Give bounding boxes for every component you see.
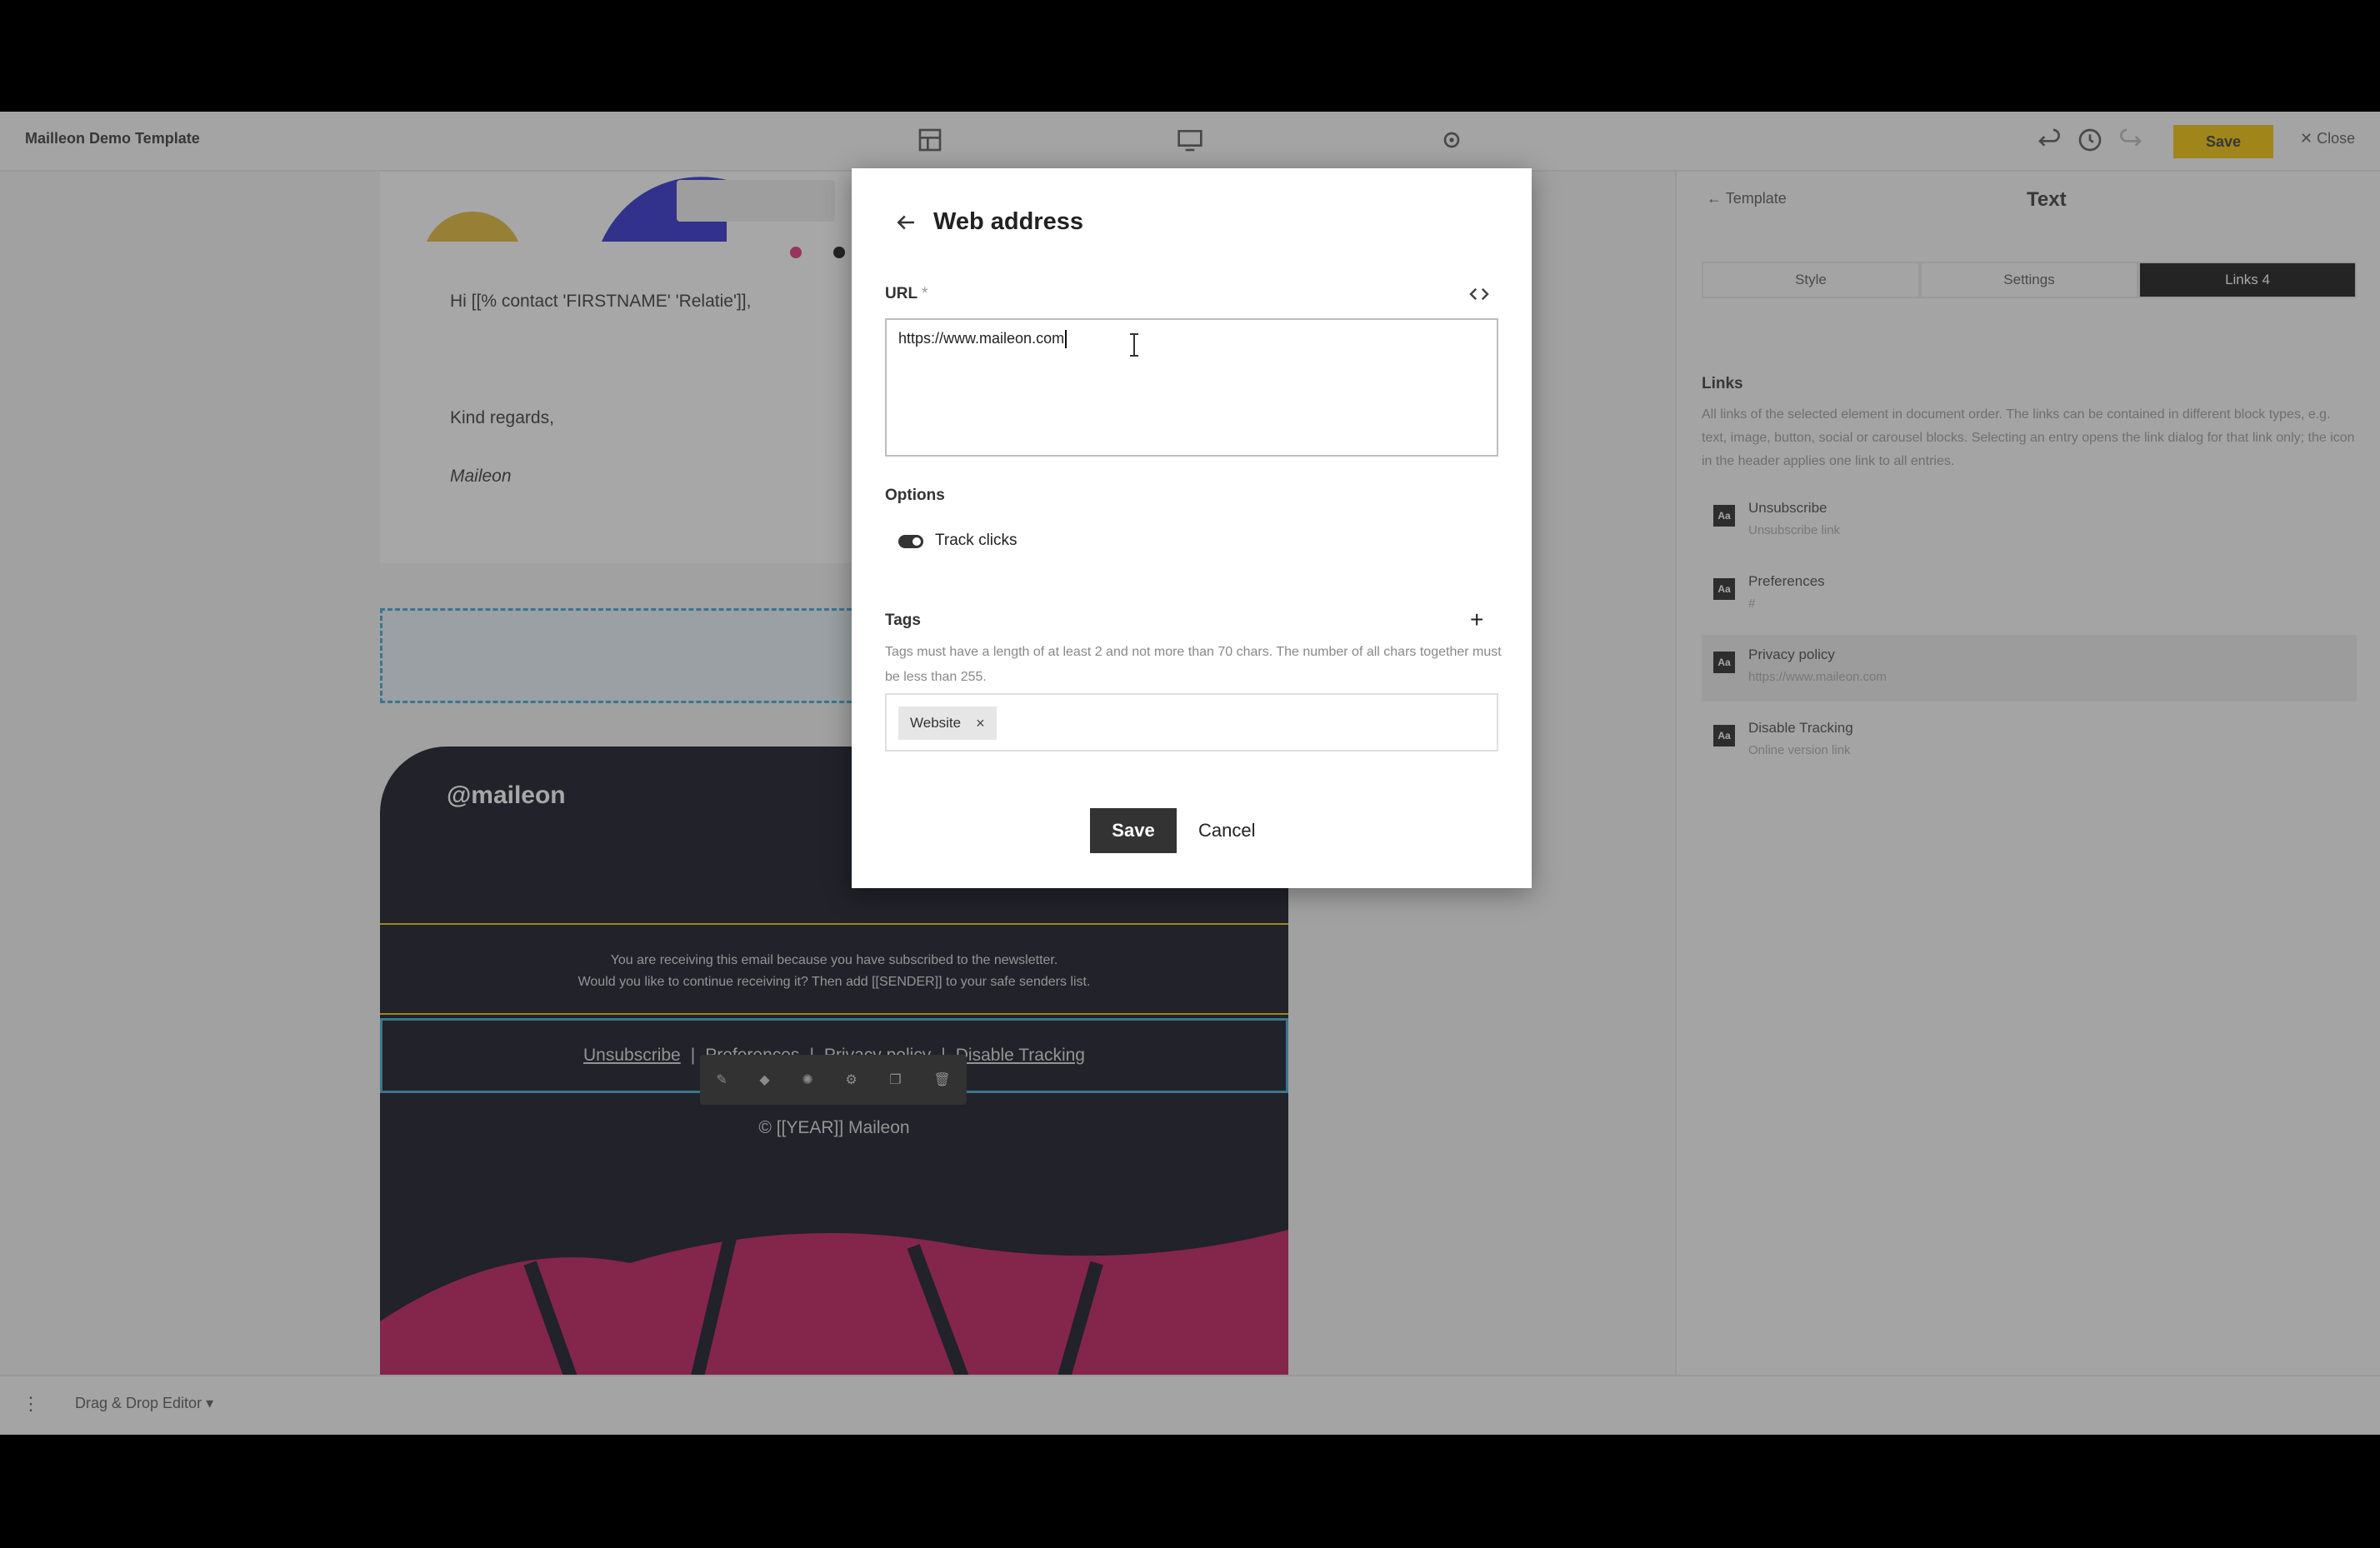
add-tag-icon[interactable]: + bbox=[1470, 607, 1483, 633]
text-cursor-icon bbox=[1130, 333, 1138, 357]
tag-label: Website bbox=[910, 715, 962, 731]
remove-tag-icon[interactable]: × bbox=[976, 715, 985, 732]
code-icon[interactable] bbox=[1467, 282, 1492, 307]
text-caret bbox=[1065, 330, 1068, 349]
dialog-cancel-button[interactable]: Cancel bbox=[1198, 808, 1255, 853]
url-label: URL * bbox=[885, 285, 928, 302]
dialog-title: Web address bbox=[933, 208, 1083, 235]
track-clicks-label: Track clicks bbox=[935, 532, 1018, 549]
tags-help-text: Tags must have a length of at least 2 an… bbox=[885, 645, 1502, 684]
tag-chip: Website × bbox=[898, 707, 997, 740]
dialog-save-button[interactable]: Save bbox=[1090, 808, 1177, 853]
url-value: https://www.maileon.com bbox=[898, 330, 1065, 347]
required-mark: * bbox=[922, 285, 928, 302]
options-label: Options bbox=[885, 487, 945, 504]
tags-input[interactable]: Website × bbox=[885, 693, 1498, 752]
toggle-knob bbox=[912, 537, 921, 546]
url-input[interactable]: https://www.maileon.com bbox=[885, 318, 1498, 457]
tags-label: Tags bbox=[885, 612, 921, 629]
back-arrow-icon[interactable] bbox=[893, 210, 918, 235]
track-clicks-toggle[interactable] bbox=[898, 535, 923, 548]
web-address-dialog: Web address URL * https://www.maileon.co… bbox=[852, 168, 1532, 888]
